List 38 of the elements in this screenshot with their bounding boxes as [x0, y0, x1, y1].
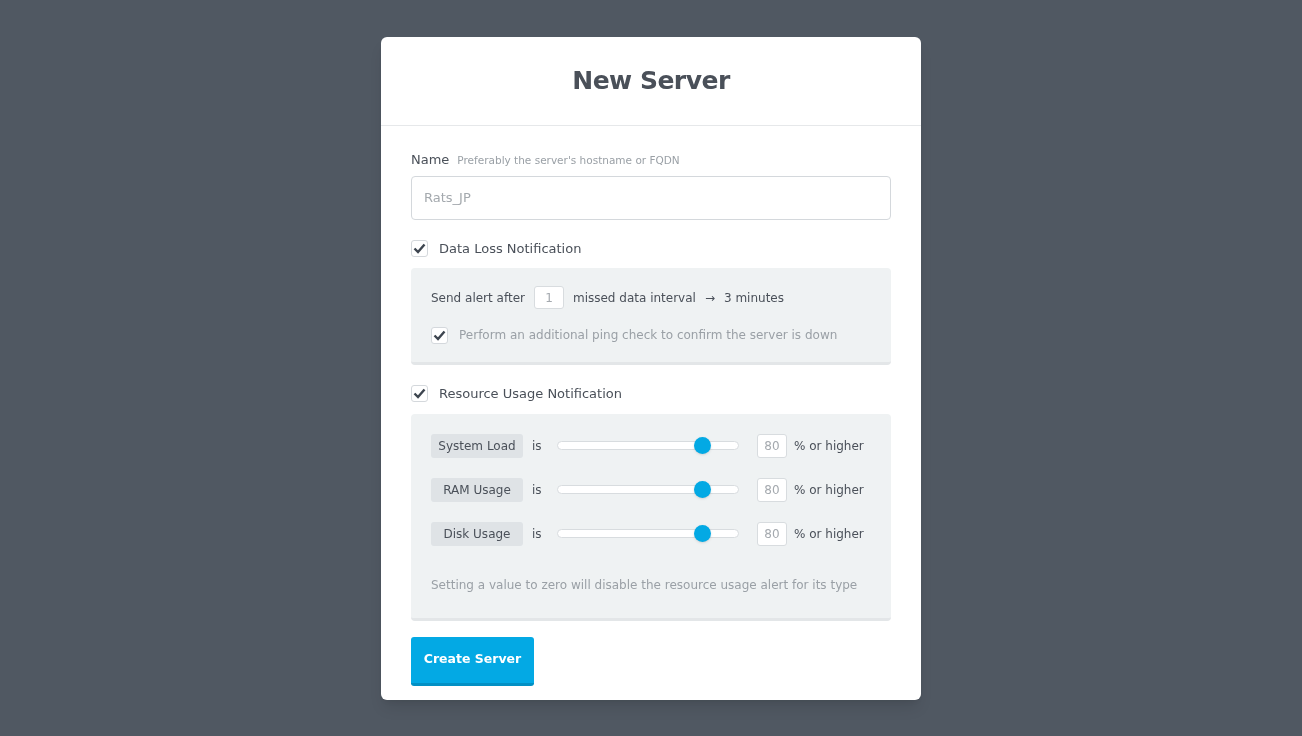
threshold-input-field[interactable]: 80	[757, 477, 787, 502]
data-loss-checkbox[interactable]	[411, 239, 428, 257]
is-text: is	[532, 437, 543, 455]
checkbox-label: Data Loss Notification	[439, 239, 582, 258]
unit-text: % or higher	[794, 437, 864, 455]
slider-thumb[interactable]	[694, 437, 712, 454]
resource-label: RAM Usage	[431, 477, 523, 502]
interval-input-field[interactable]: 1	[533, 286, 564, 309]
field-hint: Preferably the server's hostname or FQDN	[457, 153, 680, 168]
is-text: is	[532, 525, 543, 543]
alert-suffix-text: missed data interval	[572, 289, 696, 307]
ping-checkbox[interactable]	[431, 326, 448, 344]
threshold-slider[interactable]	[557, 480, 739, 499]
checkmark-icon	[433, 329, 446, 341]
checkmark-icon	[413, 388, 426, 400]
name-input-field[interactable]: Rats_JP	[411, 175, 891, 220]
resource-label: System Load	[431, 433, 523, 458]
help-text: Setting a value to zero will disable the resource usage alert for its type	[431, 576, 859, 594]
checkmark-icon	[413, 242, 426, 254]
threshold-input-field[interactable]: 80	[757, 433, 787, 458]
create-server-button[interactable]: Create Server	[411, 636, 534, 686]
is-text: is	[532, 481, 543, 499]
unit-text: % or higher	[794, 525, 864, 543]
field-label: Name	[411, 151, 450, 169]
interval-result-text: 3 minutes	[723, 289, 784, 307]
slider-thumb[interactable]	[694, 481, 712, 498]
resource-label: Disk Usage	[431, 521, 523, 546]
arrow-text: →	[704, 289, 715, 307]
resource-usage-checkbox[interactable]	[411, 385, 428, 403]
checkbox-label: Resource Usage Notification	[439, 385, 622, 403]
threshold-slider[interactable]	[557, 524, 739, 543]
checkbox-label: Perform an additional ping check to confirm the server is down	[459, 327, 838, 344]
unit-text: % or higher	[794, 481, 864, 499]
dialog-title: New Server	[572, 65, 730, 98]
alert-prefix-text: Send alert after	[431, 289, 525, 307]
slider-thumb[interactable]	[694, 525, 712, 542]
threshold-slider[interactable]	[557, 436, 739, 455]
threshold-input-field[interactable]: 80	[757, 521, 787, 546]
